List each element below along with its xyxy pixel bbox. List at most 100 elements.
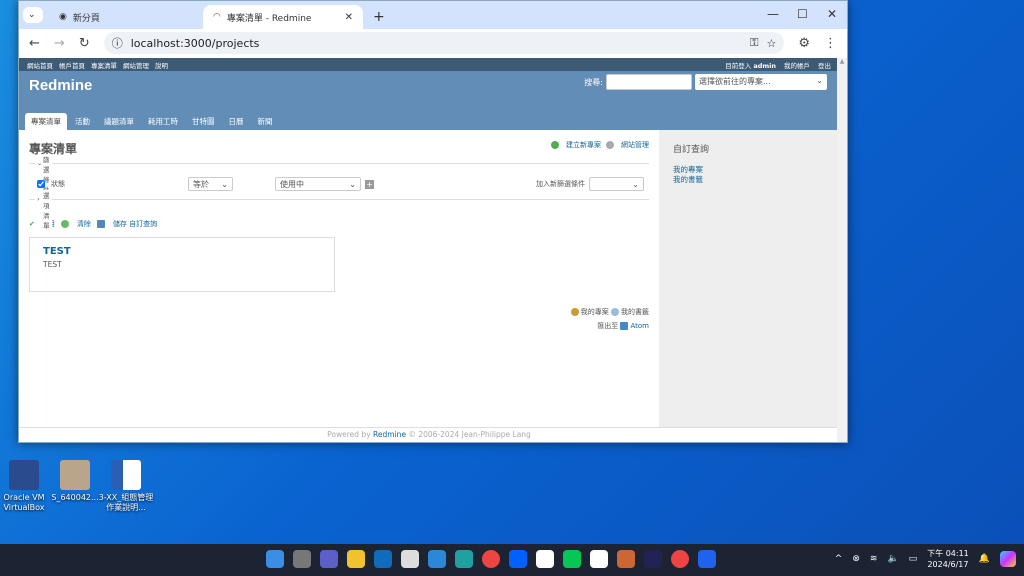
tab-time-entries[interactable]: 耗用工時	[142, 113, 184, 130]
filters-fieldset[interactable]: ⌄ 篩選條件	[29, 154, 649, 194]
app-icon[interactable]	[536, 550, 554, 568]
copilot-icon[interactable]	[1000, 551, 1016, 567]
project-jump-select[interactable]: 選擇欲前往的專案... ⌄	[695, 74, 827, 90]
browser-tab-new[interactable]: ◉新分頁✕	[49, 5, 229, 29]
search-input[interactable]	[606, 74, 692, 90]
tab-strip: ⌄ ◉新分頁✕ ◠專案清單 - Redmine✕ + — ☐ ✕	[19, 1, 847, 29]
shield-icon[interactable]	[590, 550, 608, 568]
top-menu-projects[interactable]: 專案清單	[91, 60, 117, 70]
clear-link[interactable]: 清除	[77, 219, 91, 229]
address-bar[interactable]: ⓘ localhost:3000/projects ⚿ ☆	[103, 32, 785, 54]
battery-icon[interactable]: ▭	[909, 554, 918, 564]
filter-value-select[interactable]: 使用中 ⌄	[275, 177, 361, 191]
task-view-icon[interactable]	[293, 550, 311, 568]
close-icon[interactable]: ✕	[345, 12, 353, 23]
forward-icon[interactable]: →	[54, 36, 65, 51]
chevron-down-icon: ⌄	[632, 179, 639, 189]
star-icon[interactable]: ☆	[766, 37, 776, 50]
user-link[interactable]: admin	[753, 62, 776, 70]
tab-activity[interactable]: 活動	[69, 113, 96, 130]
sidebar-my-bookmarks[interactable]: 我的書籤	[673, 175, 825, 185]
new-tab-button[interactable]: +	[363, 5, 395, 29]
logout-link[interactable]: 登出	[818, 60, 831, 70]
volume-icon[interactable]: 🔈	[887, 554, 898, 564]
tab-news[interactable]: 新聞	[252, 113, 279, 130]
chrome-icon: ◉	[59, 12, 67, 22]
start-icon[interactable]	[266, 550, 284, 568]
app-tray-icon[interactable]: ⊗	[852, 554, 860, 564]
admin-link[interactable]: 網站管理	[621, 140, 649, 150]
project-description: TEST	[43, 260, 62, 269]
app-icon[interactable]	[644, 550, 662, 568]
browser-window: ⌄ ◉新分頁✕ ◠專案清單 - Redmine✕ + — ☐ ✕ ← → ↻ ⓘ…	[18, 0, 848, 443]
extensions-icon[interactable]: ⚙	[798, 36, 810, 51]
chevron-up-icon[interactable]: ^	[835, 554, 843, 564]
chrome-icon[interactable]	[482, 550, 500, 568]
maximize-icon[interactable]: ☐	[797, 7, 808, 21]
my-bookmarks-link[interactable]: 我的書籤	[621, 308, 649, 316]
docker-icon[interactable]	[698, 550, 716, 568]
clock[interactable]: 下午 04:11 2024/6/17	[927, 548, 969, 570]
scrollbar[interactable]: ▲	[837, 58, 847, 442]
minimize-icon[interactable]: —	[767, 7, 779, 21]
menu-icon[interactable]: ⋮	[824, 36, 837, 51]
outlook-icon[interactable]	[374, 550, 392, 568]
top-menu-admin[interactable]: 網站管理	[123, 60, 149, 70]
browser-tab-redmine[interactable]: ◠ 專案清單 - Redmine ✕	[203, 5, 363, 29]
teams-icon[interactable]	[320, 550, 338, 568]
top-menu-home[interactable]: 網站首頁	[27, 60, 53, 70]
wifi-icon[interactable]: ≋	[870, 554, 878, 564]
sidebar: 自訂查詢 我的專案 我的書籤	[659, 130, 839, 427]
top-menu: 網站首頁 帳戶首頁 專案清單 網站管理 說明 目前登入 admin 我的帳戶 登…	[19, 58, 839, 71]
line-icon[interactable]	[563, 550, 581, 568]
sidebar-my-projects[interactable]: 我的專案	[673, 165, 825, 175]
toolbar: ← → ↻ ⓘ localhost:3000/projects ⚿ ☆ ⚙ ⋮	[19, 29, 847, 57]
filter-operator-select[interactable]: 等於 ⌄	[188, 177, 233, 191]
tab-calendar[interactable]: 日曆	[223, 113, 250, 130]
edge-icon[interactable]	[455, 550, 473, 568]
tab-projects[interactable]: 專案清單	[25, 113, 67, 130]
toggle-multiselect-icon[interactable]: +	[365, 179, 374, 189]
user-icon	[570, 308, 579, 316]
main-menu: 專案清單 活動 議題清單 耗用工時 甘特圖 日曆 新聞	[25, 113, 279, 130]
desktop-icon-word-doc[interactable]: 3-XX_組態管理作業說明...	[96, 460, 156, 513]
chrome-active-icon[interactable]	[671, 550, 689, 568]
close-window-icon[interactable]: ✕	[827, 7, 837, 21]
contextual-actions: 建立新專案 網站管理	[551, 140, 649, 150]
my-account-link[interactable]: 我的帳戶	[784, 60, 810, 70]
tab-search-button[interactable]: ⌄	[23, 7, 43, 23]
logged-in-as: 目前登入 admin	[725, 61, 776, 70]
tab-gantt[interactable]: 甘特圖	[186, 113, 221, 130]
reload-icon[interactable]: ↻	[79, 36, 90, 51]
notification-bell-icon[interactable]: 🔔	[979, 554, 990, 564]
mail-icon[interactable]	[428, 550, 446, 568]
dropbox-icon[interactable]	[509, 550, 527, 568]
bookmark-icon	[611, 308, 619, 316]
atom-link[interactable]: Atom	[630, 322, 649, 330]
chevron-down-icon: ⌄	[349, 179, 356, 189]
other-formats: 我的專案 我的書籤 匯出至 Atom	[29, 302, 649, 330]
snipping-icon[interactable]	[401, 550, 419, 568]
taskbar: ^ ⊗ ≋ 🔈 ▭ 下午 04:11 2024/6/17 🔔	[0, 544, 1024, 576]
key-icon[interactable]: ⚿	[750, 36, 758, 50]
new-project-link[interactable]: 建立新專案	[566, 140, 601, 150]
back-icon[interactable]: ←	[29, 36, 40, 51]
feed-icon	[620, 322, 629, 330]
save-query-link[interactable]: 儲存 自訂查詢	[113, 219, 157, 229]
top-menu-help[interactable]: 說明	[155, 60, 168, 70]
app-icon[interactable]	[617, 550, 635, 568]
file-explorer-icon[interactable]	[347, 550, 365, 568]
chevron-down-icon: ⌄	[28, 10, 36, 20]
options-fieldset[interactable]: › 選項清單	[29, 190, 649, 230]
filter-status-checkbox[interactable]	[37, 180, 45, 188]
add-filter-select[interactable]: ⌄	[589, 177, 644, 191]
top-menu-my-page[interactable]: 帳戶首頁	[59, 60, 85, 70]
redmine-link[interactable]: Redmine	[373, 430, 406, 439]
project-link[interactable]: TEST	[43, 246, 321, 257]
header: Redmine 搜尋: 選擇欲前往的專案... ⌄ 專案清單 活動 議題清單 耗用…	[19, 71, 839, 130]
chevron-down-icon: ⌄	[221, 179, 228, 189]
my-projects-link[interactable]: 我的專案	[581, 308, 609, 316]
sidebar-title: 自訂查詢	[673, 145, 710, 155]
save-icon	[96, 220, 105, 228]
tab-issues[interactable]: 議題清單	[98, 113, 140, 130]
